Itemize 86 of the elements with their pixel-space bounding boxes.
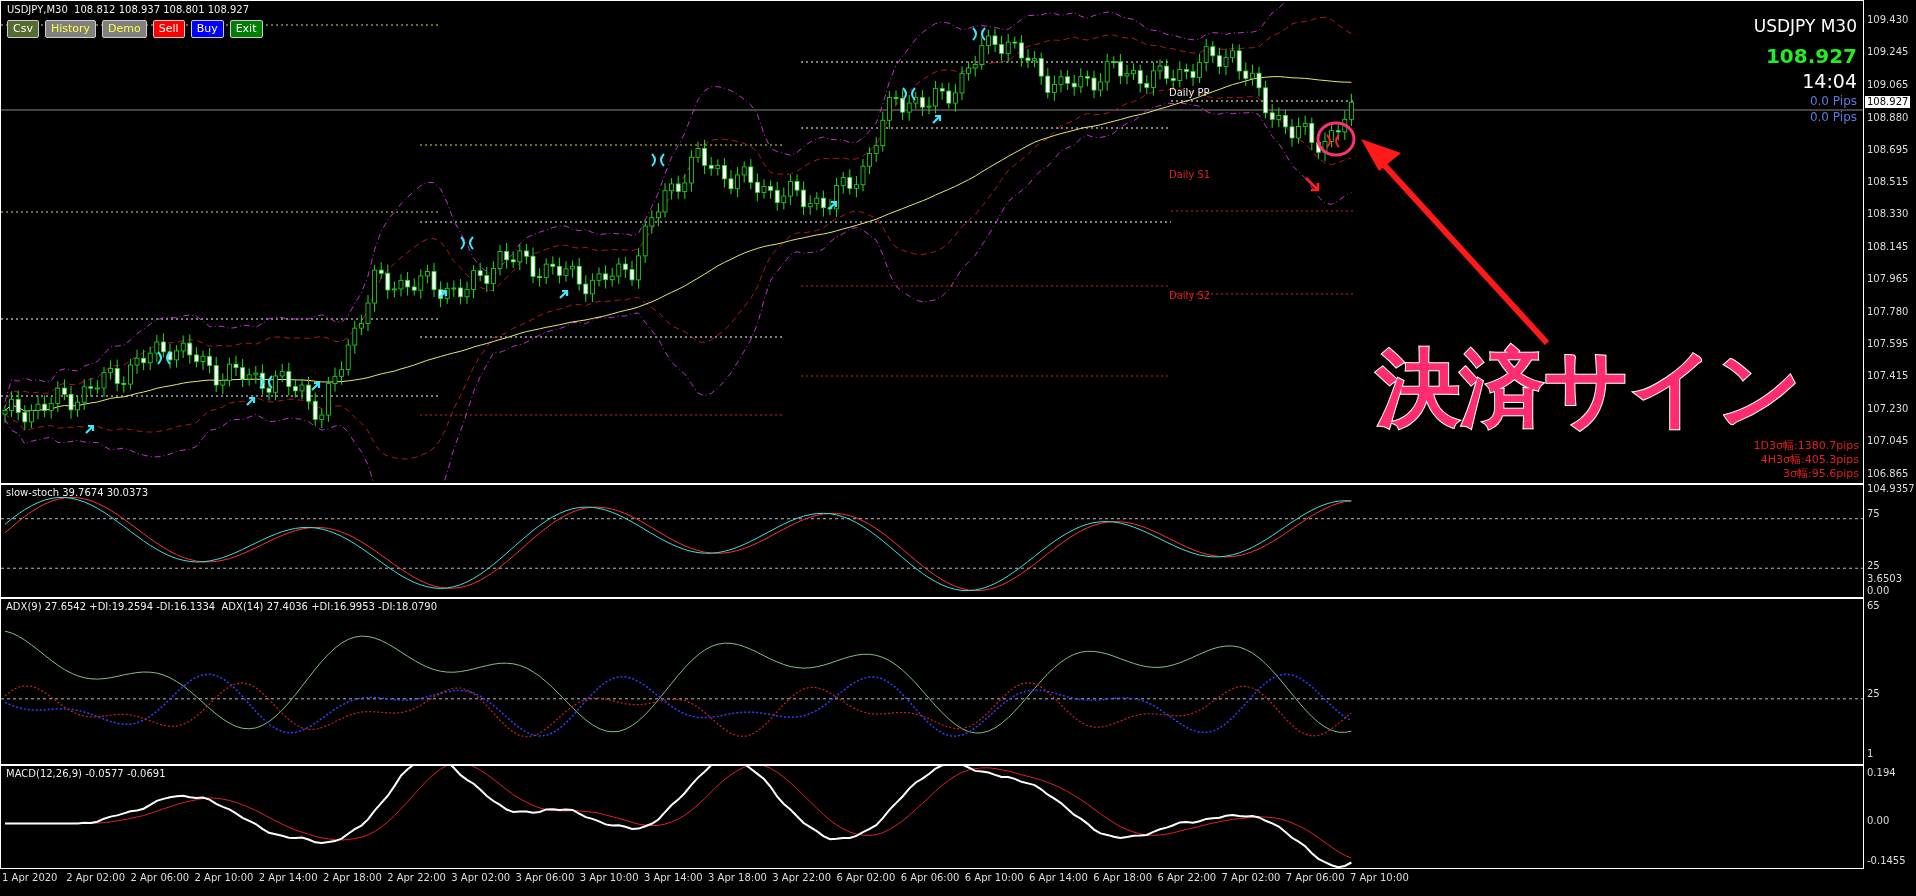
pips-readout: 0.0 Pips <box>1809 93 1857 109</box>
exit-signal-icon <box>460 236 474 250</box>
trade-button[interactable]: Csv <box>7 20 39 38</box>
exit-signal-icon <box>259 375 273 389</box>
axis-label: 0.194 <box>1867 767 1896 779</box>
time-axis-label: 7 Apr 10:00 <box>1349 872 1410 883</box>
time-axis-label: 3 Apr 18:00 <box>708 872 768 883</box>
buy-arrow-icon <box>245 396 256 407</box>
price-axis-label: 107.415 <box>1867 370 1909 383</box>
sigma-width-readout: 3σ幅:95.6pips <box>1783 467 1859 481</box>
price-axis-label: 107.965 <box>1867 273 1909 286</box>
exit-signal-icon <box>972 27 986 41</box>
exit-signal-icon <box>651 153 665 167</box>
trade-button[interactable]: Demo <box>102 20 147 38</box>
price-axis-label: 107.045 <box>1867 435 1909 448</box>
time-axis-label: 2 Apr 02:00 <box>66 872 127 883</box>
symbol-quote-line: USDJPY,M30 108.812 108.937 108.801 108.927 <box>7 4 251 15</box>
trade-button[interactable]: History <box>44 20 97 38</box>
time-axis-label: 6 Apr 18:00 <box>1093 872 1154 883</box>
price-axis-label: 109.430 <box>1867 14 1909 26</box>
pivot-label: Daily S1 <box>1169 169 1211 180</box>
symbol-timeframe: USDJPY M30 <box>1753 15 1857 37</box>
axis-label: 0.00 <box>1867 815 1890 827</box>
trade-button[interactable]: Exit <box>229 20 263 38</box>
buy-arrow-icon <box>310 381 321 392</box>
axis-label: 75 <box>1867 508 1880 520</box>
time-axis-label: 6 Apr 14:00 <box>1029 872 1089 883</box>
axis-label: 0.00 <box>1867 585 1890 597</box>
time-axis-label: 6 Apr 22:00 <box>1157 872 1218 883</box>
buy-arrow-icon <box>84 424 95 435</box>
price-axis-label: 108.330 <box>1867 208 1909 221</box>
time-axis-label: 7 Apr 06:00 <box>1285 872 1346 883</box>
indicator-label: MACD(12,26,9) -0.0577 -0.0691 <box>6 768 166 779</box>
price-axis-label: 108.880 <box>1867 112 1909 124</box>
sell-arrow-icon <box>1304 176 1320 192</box>
time-axis-label: 3 Apr 14:00 <box>643 872 704 883</box>
indicator-label: slow-stoch 39.7674 30.0373 <box>6 487 149 498</box>
trade-button[interactable]: Sell <box>152 20 185 38</box>
axis-label: 3.6503 <box>1867 573 1902 585</box>
buy-arrow-icon <box>437 289 448 300</box>
exit-signal-icon <box>157 351 171 365</box>
sigma-width-readout: 4H3σ幅:405.3pips <box>1760 453 1859 467</box>
price-axis-label: 107.595 <box>1867 338 1909 350</box>
time-axis-label: 6 Apr 06:00 <box>900 872 961 883</box>
time-axis-label: 6 Apr 10:00 <box>964 872 1025 883</box>
trade-button[interactable]: Buy <box>190 20 224 38</box>
price-axis-label: 108.145 <box>1867 240 1909 253</box>
price-axis-label: 106.865 <box>1867 467 1909 480</box>
price-axis-label: 108.515 <box>1867 176 1909 188</box>
candle-time: 14:04 <box>1802 69 1857 93</box>
price-axis-label: 107.780 <box>1867 305 1909 318</box>
price-axis-label: 107.230 <box>1867 402 1909 415</box>
axis-label: 65 <box>1867 600 1880 612</box>
pips-readout: 0.0 Pips <box>1809 109 1857 125</box>
price-axis-label: 109.065 <box>1867 78 1909 91</box>
pivot-label: Daily S2 <box>1169 290 1211 301</box>
axis-label: 25 <box>1867 688 1880 700</box>
sigma-width-readout: 1D3σ幅:1380.7pips <box>1753 439 1859 453</box>
time-axis-label: 3 Apr 06:00 <box>515 872 576 883</box>
time-axis-label: 2 Apr 14:00 <box>258 872 319 883</box>
highlight-circle <box>1316 121 1356 157</box>
buy-arrow-icon <box>558 289 569 300</box>
time-axis-label: 1 Apr 2020 <box>2 872 59 883</box>
time-axis-label: 2 Apr 06:00 <box>130 872 191 883</box>
axis-label: 1 <box>1867 748 1874 760</box>
current-price-tag: 108.927 <box>1865 96 1911 108</box>
time-axis-label: 3 Apr 02:00 <box>451 872 512 883</box>
buy-arrow-icon <box>827 200 838 211</box>
current-price: 108.927 <box>1765 43 1857 69</box>
time-axis-label: 2 Apr 18:00 <box>322 872 383 883</box>
price-axis-label: 109.245 <box>1867 46 1909 59</box>
time-axis-label: 6 Apr 02:00 <box>836 872 897 883</box>
annotation-text: 決済サイン <box>1376 346 1802 430</box>
indicator-label: ADX(9) 27.6542 +DI:19.2594 -DI:16.1334 ADX(14) 27.4036 +DI:16.9953 -DI:18.0790 <box>6 601 438 612</box>
time-axis-label: 2 Apr 22:00 <box>387 872 447 883</box>
price-axis-label: 108.695 <box>1867 143 1909 156</box>
axis-label: 104.9357 <box>1867 483 1915 495</box>
exit-signal-icon <box>902 87 916 101</box>
time-axis-label: 2 Apr 10:00 <box>194 872 255 883</box>
buy-arrow-icon <box>931 114 942 125</box>
axis-label: 25 <box>1867 560 1880 572</box>
time-axis-label: 7 Apr 02:00 <box>1221 872 1282 883</box>
time-axis-label: 3 Apr 10:00 <box>579 872 640 883</box>
exit-signal-icon <box>1326 134 1340 148</box>
axis-label: -0.1455 <box>1867 855 1906 867</box>
time-axis-label: 3 Apr 22:00 <box>772 872 833 883</box>
